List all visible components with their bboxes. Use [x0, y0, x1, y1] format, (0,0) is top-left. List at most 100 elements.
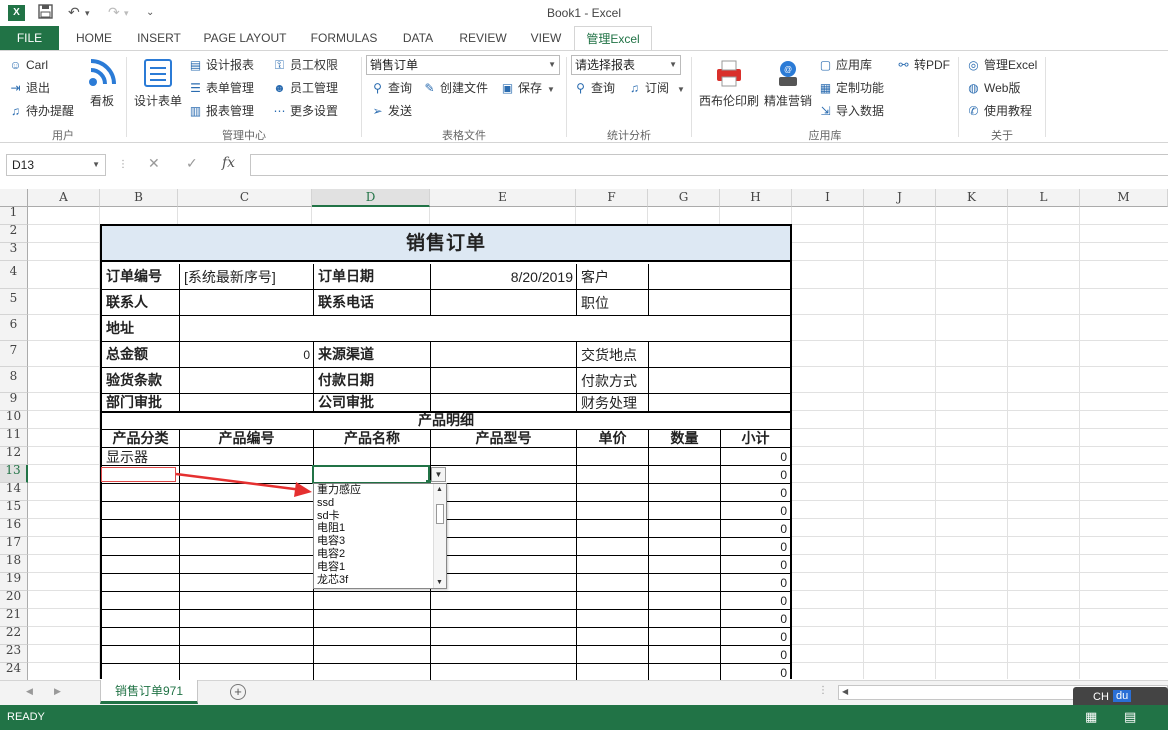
- tutorial-button[interactable]: ✆ 使用教程: [966, 101, 1032, 121]
- detail-cell[interactable]: [649, 574, 721, 592]
- detail-cell[interactable]: [577, 628, 649, 646]
- detail-header-3[interactable]: 产品型号: [431, 430, 577, 448]
- table-file-select[interactable]: 销售订单 ▼: [366, 55, 560, 75]
- detail-cell[interactable]: [649, 646, 721, 664]
- detail-cell[interactable]: [102, 574, 180, 592]
- detail-cell[interactable]: [649, 592, 721, 610]
- splitter-grip-icon[interactable]: ⋮: [818, 685, 828, 696]
- detail-cell[interactable]: [431, 628, 577, 646]
- more-settings-button[interactable]: ⋯ 更多设置: [272, 101, 339, 121]
- dropdown-option[interactable]: 重力感应: [314, 484, 446, 497]
- subtotal-cell[interactable]: 0: [721, 592, 790, 610]
- inspection-terms-value[interactable]: [180, 368, 314, 394]
- tab-file[interactable]: FILE: [0, 26, 59, 50]
- detail-cell[interactable]: [431, 574, 577, 592]
- order-no-label[interactable]: 订单编号: [102, 264, 180, 290]
- detail-cell[interactable]: [314, 646, 431, 664]
- detail-cell[interactable]: [431, 556, 577, 574]
- row-header-24[interactable]: 24: [0, 661, 28, 681]
- dropdown-option[interactable]: 电阻1: [314, 522, 446, 535]
- detail-header-2[interactable]: 产品名称: [314, 430, 431, 448]
- column-header-h[interactable]: H: [720, 189, 792, 207]
- detail-cell[interactable]: [180, 610, 314, 628]
- column-header-a[interactable]: A: [28, 189, 100, 207]
- detail-cell[interactable]: [431, 484, 577, 502]
- customer-value[interactable]: [649, 264, 790, 290]
- logout-button[interactable]: ⇥ 退出: [8, 78, 50, 98]
- detail-header-4[interactable]: 单价: [577, 430, 649, 448]
- detail-cell[interactable]: [180, 646, 314, 664]
- detail-cell[interactable]: [577, 484, 649, 502]
- name-box[interactable]: D13 ▼: [6, 154, 106, 176]
- tab-data[interactable]: DATA: [394, 26, 442, 50]
- tab-home[interactable]: HOME: [66, 26, 122, 50]
- product-category-cell[interactable]: 显示器: [102, 448, 180, 466]
- cancel-icon[interactable]: ✕: [148, 155, 160, 172]
- detail-cell[interactable]: [314, 592, 431, 610]
- scroll-up-icon[interactable]: ▲: [436, 486, 443, 493]
- todo-reminder-button[interactable]: ♫ 待办提醒: [8, 101, 74, 121]
- subtotal-cell[interactable]: 0: [721, 556, 790, 574]
- detail-header-6[interactable]: 小计: [721, 430, 790, 448]
- phone-label[interactable]: 联系电话: [314, 290, 431, 316]
- contact-label[interactable]: 联系人: [102, 290, 180, 316]
- sheet-tab-sales-order[interactable]: 销售订单971: [100, 680, 198, 704]
- detail-cell[interactable]: [102, 538, 180, 556]
- import-data-button[interactable]: ⇲ 导入数据: [818, 101, 884, 121]
- detail-cell[interactable]: [649, 520, 721, 538]
- tab-view[interactable]: VIEW: [524, 26, 568, 50]
- detail-cell[interactable]: [102, 628, 180, 646]
- user-button[interactable]: ☺ Carl: [8, 55, 48, 75]
- position-value[interactable]: [649, 290, 790, 316]
- detail-cell[interactable]: [102, 484, 180, 502]
- detail-cell[interactable]: [431, 646, 577, 664]
- detail-cell[interactable]: [431, 538, 577, 556]
- tab-manage-excel[interactable]: 管理Excel: [574, 26, 652, 51]
- tab-review[interactable]: REVIEW: [450, 26, 516, 50]
- column-header-g[interactable]: G: [648, 189, 720, 207]
- company-approval-value[interactable]: [431, 394, 577, 412]
- total-amount-value[interactable]: 0: [180, 342, 314, 368]
- dropdown-option[interactable]: sd卡: [314, 510, 446, 523]
- subscribe-button[interactable]: ♫ 订阅 ▼: [627, 78, 685, 98]
- detail-cell[interactable]: [577, 466, 649, 484]
- source-channel-value[interactable]: [431, 342, 577, 368]
- finance-label[interactable]: 财务处理: [577, 394, 649, 412]
- column-header-c[interactable]: C: [178, 189, 312, 207]
- dept-approval-label[interactable]: 部门审批: [102, 394, 180, 412]
- subtotal-cell[interactable]: 0: [721, 610, 790, 628]
- payment-date-value[interactable]: [431, 368, 577, 394]
- dept-approval-value[interactable]: [180, 394, 314, 412]
- payment-date-label[interactable]: 付款日期: [314, 368, 431, 394]
- design-form-button[interactable]: 设计表单: [132, 57, 184, 109]
- detail-cell[interactable]: [431, 592, 577, 610]
- subtotal-cell[interactable]: 0: [721, 502, 790, 520]
- dropdown-arrow-button[interactable]: ▼: [431, 467, 446, 482]
- detail-cell[interactable]: [649, 628, 721, 646]
- detail-cell[interactable]: [180, 502, 314, 520]
- detail-cell[interactable]: [649, 610, 721, 628]
- detail-cell[interactable]: [314, 610, 431, 628]
- detail-header-0[interactable]: 产品分类: [102, 430, 180, 448]
- dropdown-option[interactable]: 电容1: [314, 561, 446, 574]
- detail-cell[interactable]: [102, 646, 180, 664]
- dropdown-option[interactable]: ssd: [314, 497, 446, 510]
- employee-permission-button[interactable]: ⚿ 员工权限: [272, 55, 338, 75]
- company-approval-label[interactable]: 公司审批: [314, 394, 431, 412]
- detail-header-5[interactable]: 数量: [649, 430, 721, 448]
- detail-cell[interactable]: [649, 538, 721, 556]
- contact-value[interactable]: [180, 290, 314, 316]
- source-channel-label[interactable]: 来源渠道: [314, 342, 431, 368]
- detail-cell[interactable]: [649, 484, 721, 502]
- subtotal-cell[interactable]: 0: [721, 646, 790, 664]
- column-header-j[interactable]: J: [864, 189, 936, 207]
- query-report-button[interactable]: ⚲ 查询: [573, 78, 615, 98]
- detail-cell[interactable]: [102, 592, 180, 610]
- column-header-k[interactable]: K: [936, 189, 1008, 207]
- save-file-button[interactable]: ▣ 保存 ▼: [500, 78, 555, 98]
- subtotal-cell[interactable]: 0: [721, 520, 790, 538]
- subtotal-cell[interactable]: 0: [721, 538, 790, 556]
- tab-insert[interactable]: INSERT: [130, 26, 188, 50]
- form-title[interactable]: 销售订单: [102, 226, 790, 262]
- detail-cell[interactable]: [180, 592, 314, 610]
